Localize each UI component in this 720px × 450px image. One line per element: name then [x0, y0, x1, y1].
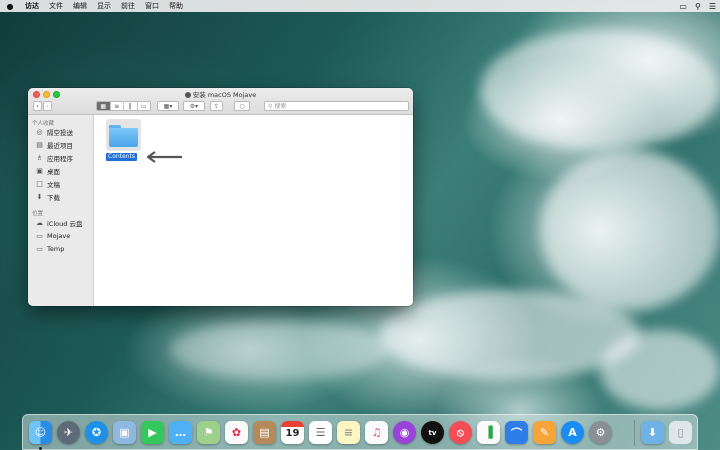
disk-icon: [184, 92, 191, 98]
menu-view[interactable]: 显示: [92, 1, 116, 11]
view-switcher: ▦ ≡ ‖ ▭: [96, 101, 151, 111]
sidebar-header-favorites: 个人收藏: [32, 121, 55, 127]
disk-icon: ▭: [36, 231, 43, 240]
folder-icon: [109, 125, 138, 147]
safari-icon[interactable]: ✪: [85, 421, 108, 444]
airdrop-icon: ◎: [36, 127, 43, 136]
preview-icon[interactable]: ▣: [113, 421, 136, 444]
group-button[interactable]: ▦▾: [157, 101, 179, 111]
calendar-header: [281, 421, 304, 427]
calendar-day: 19: [285, 428, 300, 439]
forward-button[interactable]: ›: [43, 101, 52, 111]
file-item-contents[interactable]: [106, 119, 141, 151]
documents-icon: □: [36, 179, 43, 188]
applications-icon: ♗: [36, 153, 43, 162]
menu-go[interactable]: 前往: [116, 1, 140, 11]
list-view-icon[interactable]: ≡: [111, 102, 124, 110]
maps-icon[interactable]: ⚑: [197, 421, 220, 444]
trash-icon[interactable]: ▯: [669, 421, 692, 444]
photos-icon[interactable]: ✿: [225, 421, 248, 444]
launchpad-icon[interactable]: ✈: [57, 421, 80, 444]
status-icons: ▭ ⚲ ☰: [679, 0, 716, 12]
pages-icon[interactable]: ✎: [533, 421, 556, 444]
sidebar-item-label: 应用程序: [47, 154, 73, 163]
sidebar-item-desktop[interactable]: ▣ 桌面: [28, 164, 93, 177]
sidebar-item-recents[interactable]: ▤ 最近项目: [28, 138, 93, 151]
menu-finder[interactable]: 访达: [20, 1, 44, 11]
sidebar-header-locations: 位置: [32, 211, 44, 217]
tv-label: tv: [428, 428, 437, 437]
disk-icon: ▭: [36, 244, 43, 253]
menu-icon[interactable]: ☰: [709, 2, 716, 11]
sidebar-item-label: Mojave: [47, 231, 71, 240]
sidebar-item-label: 文稿: [47, 180, 60, 189]
dock-separator: [634, 420, 635, 446]
back-button[interactable]: ‹: [33, 101, 42, 111]
news-icon[interactable]: ⦸: [449, 421, 472, 444]
calendar-icon[interactable]: 19: [281, 421, 304, 444]
keynote-icon[interactable]: ⌒: [505, 421, 528, 444]
menu-edit[interactable]: 编辑: [68, 1, 92, 11]
finder-icon[interactable]: ☺: [29, 421, 52, 444]
search-field[interactable]: ⚲ 搜索: [264, 101, 409, 111]
share-button[interactable]: ⇪: [210, 101, 223, 111]
reminders-icon[interactable]: ☰: [309, 421, 332, 444]
action-gear-button[interactable]: ⚙▾: [183, 101, 205, 111]
recents-icon: ▤: [36, 140, 43, 149]
system-preferences-icon[interactable]: ⚙: [589, 421, 612, 444]
sidebar-item-applications[interactable]: ♗ 应用程序: [28, 151, 93, 164]
arrow-annotation-icon: [146, 151, 182, 163]
file-area: Contents: [94, 115, 413, 306]
tv-icon[interactable]: tv: [421, 421, 444, 444]
icloud-icon: ☁: [36, 218, 43, 227]
menu-bar: ● 访达 文件 编辑 显示 前往 窗口 帮助 ▭ ⚲ ☰: [0, 0, 720, 12]
notes-icon[interactable]: ≡: [337, 421, 360, 444]
sidebar-item-downloads[interactable]: ⬇ 下载: [28, 190, 93, 203]
search-icon[interactable]: ⚲: [695, 2, 701, 11]
sidebar-item-label: 最近项目: [47, 141, 73, 150]
sidebar: 个人收藏 ◎ 隔空投送 ▤ 最近项目 ♗ 应用程序 ▣ 桌面 □ 文稿 ⬇ 下载…: [28, 115, 94, 306]
window-title: 安装 macOS Mojave: [28, 89, 413, 99]
podcasts-icon[interactable]: ◉: [393, 421, 416, 444]
sidebar-item-label: 下载: [47, 193, 60, 202]
dock: ☺ ✈ ✪ ▣ ▶ … ⚑ ✿ ▤ 19 ☰ ≡ ♫ ◉ tv ⦸ ▐ ⌒ ✎ …: [22, 414, 698, 450]
finder-window: 安装 macOS Mojave ‹ › ▦ ≡ ‖ ▭ ▦▾ ⚙▾ ⇪ ○ ⚲ …: [28, 88, 413, 306]
sidebar-item-temp[interactable]: ▭ Temp: [28, 242, 93, 255]
file-item-label[interactable]: Contents: [106, 153, 137, 161]
downloads-icon: ⬇: [36, 192, 43, 201]
menu-window[interactable]: 窗口: [140, 1, 164, 11]
app-store-icon[interactable]: A: [561, 421, 584, 444]
desktop-icon: ▣: [36, 166, 43, 175]
sidebar-item-label: iCloud 云盘: [47, 219, 83, 228]
window-title-text: 安装 macOS Mojave: [192, 91, 257, 99]
airplay-icon[interactable]: ▭: [679, 2, 687, 11]
sidebar-item-label: 桌面: [47, 167, 60, 176]
numbers-icon[interactable]: ▐: [477, 421, 500, 444]
sidebar-item-label: Temp: [47, 244, 65, 253]
downloads-folder-icon[interactable]: ⬇: [641, 421, 664, 444]
menu-file[interactable]: 文件: [44, 1, 68, 11]
messages-icon[interactable]: …: [169, 421, 192, 444]
contacts-icon[interactable]: ▤: [253, 421, 276, 444]
tag-button[interactable]: ○: [234, 101, 250, 111]
music-icon[interactable]: ♫: [365, 421, 388, 444]
search-field-icon: ⚲: [268, 103, 273, 110]
sidebar-item-icloud[interactable]: ☁ iCloud 云盘: [28, 216, 93, 229]
gallery-view-icon[interactable]: ▭: [138, 102, 151, 110]
icon-view-icon[interactable]: ▦: [97, 102, 111, 110]
sidebar-item-airdrop[interactable]: ◎ 隔空投送: [28, 125, 93, 138]
search-placeholder: 搜索: [274, 103, 287, 110]
apple-menu-icon[interactable]: ●: [0, 2, 20, 11]
window-toolbar: 安装 macOS Mojave ‹ › ▦ ≡ ‖ ▭ ▦▾ ⚙▾ ⇪ ○ ⚲ …: [28, 88, 413, 115]
menu-help[interactable]: 帮助: [164, 1, 188, 11]
column-view-icon[interactable]: ‖: [124, 102, 138, 110]
sidebar-item-documents[interactable]: □ 文稿: [28, 177, 93, 190]
sidebar-item-label: 隔空投送: [47, 128, 73, 137]
sidebar-item-mojave[interactable]: ▭ Mojave: [28, 229, 93, 242]
facetime-icon[interactable]: ▶: [141, 421, 164, 444]
